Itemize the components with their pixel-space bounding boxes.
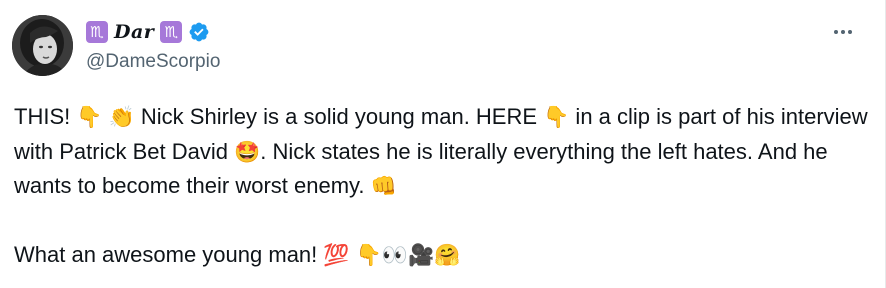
backhand-index-down-emoji: 👇 [543,105,570,129]
oncoming-fist-emoji: 👊 [370,174,397,198]
eyes-emoji: 👀 [381,242,408,267]
avatar[interactable] [12,15,73,76]
more-horizontal-icon[interactable] [828,22,858,42]
display-name[interactable]: Dar [113,21,155,43]
movie-camera-emoji: 🎥 [407,242,435,267]
verified-badge-icon [189,22,209,42]
tweet-paragraph: What an awesome young man! 💯 👇👀🎥🤗 [14,238,874,273]
backhand-index-down-emoji: 👇 [76,105,103,129]
hugging-face-emoji: 🤗 [434,242,461,267]
star-struck-emoji: 🤩 [234,139,261,164]
tweet-paragraph: THIS! 👇 👏 Nick Shirley is a solid young … [14,100,874,204]
tweet-text-segment: THIS! [14,104,77,129]
tweet-text: THIS! 👇 👏 Nick Shirley is a solid young … [14,100,874,272]
scorpio-icon: ♏ [160,21,183,43]
author-handle[interactable]: @DameScorpio [86,51,220,73]
tweet-text-segment: What an awesome young man! [14,241,324,267]
tweet-card[interactable]: ♏ Dar ♏ @DameScorpio THIS! 👇 👏 Nick Shir… [0,0,886,288]
clapping-hands-emoji: 👏 [108,105,135,129]
backhand-index-down-emoji: 👇 [355,242,382,267]
author-name-row[interactable]: ♏ Dar ♏ [86,19,210,45]
hundred-points-emoji: 💯 [323,242,350,267]
scorpio-icon: ♏ [86,21,108,43]
tweet-text-segment: Nick Shirley is a solid young man. HERE [134,104,544,129]
